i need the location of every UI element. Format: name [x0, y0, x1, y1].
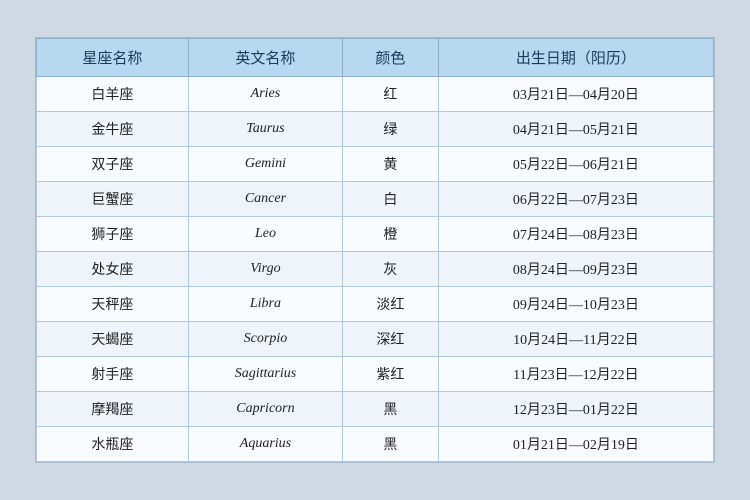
- table-row: 双子座Gemini黄05月22日—06月21日: [37, 147, 714, 182]
- cell-english-name: Sagittarius: [188, 357, 342, 392]
- cell-english-name: Aquarius: [188, 427, 342, 462]
- cell-dates: 06月22日—07月23日: [438, 182, 713, 217]
- cell-dates: 05月22日—06月21日: [438, 147, 713, 182]
- table-row: 狮子座Leo橙07月24日—08月23日: [37, 217, 714, 252]
- cell-english-name: Capricorn: [188, 392, 342, 427]
- cell-chinese-name: 金牛座: [37, 112, 189, 147]
- table-row: 摩羯座Capricorn黑12月23日—01月22日: [37, 392, 714, 427]
- table-row: 天蝎座Scorpio深红10月24日—11月22日: [37, 322, 714, 357]
- cell-english-name: Gemini: [188, 147, 342, 182]
- table-row: 白羊座Aries红03月21日—04月20日: [37, 77, 714, 112]
- cell-english-name: Libra: [188, 287, 342, 322]
- cell-chinese-name: 天蝎座: [37, 322, 189, 357]
- cell-dates: 10月24日—11月22日: [438, 322, 713, 357]
- cell-color: 白: [343, 182, 439, 217]
- header-color: 颜色: [343, 39, 439, 77]
- cell-color: 黄: [343, 147, 439, 182]
- cell-chinese-name: 射手座: [37, 357, 189, 392]
- cell-english-name: Virgo: [188, 252, 342, 287]
- cell-dates: 12月23日—01月22日: [438, 392, 713, 427]
- cell-chinese-name: 水瓶座: [37, 427, 189, 462]
- table-body: 白羊座Aries红03月21日—04月20日金牛座Taurus绿04月21日—0…: [37, 77, 714, 462]
- table-row: 巨蟹座Cancer白06月22日—07月23日: [37, 182, 714, 217]
- cell-english-name: Taurus: [188, 112, 342, 147]
- cell-english-name: Scorpio: [188, 322, 342, 357]
- cell-english-name: Leo: [188, 217, 342, 252]
- cell-color: 灰: [343, 252, 439, 287]
- cell-dates: 11月23日—12月22日: [438, 357, 713, 392]
- cell-chinese-name: 双子座: [37, 147, 189, 182]
- cell-color: 绿: [343, 112, 439, 147]
- table-row: 天秤座Libra淡红09月24日—10月23日: [37, 287, 714, 322]
- table-row: 金牛座Taurus绿04月21日—05月21日: [37, 112, 714, 147]
- cell-color: 黑: [343, 427, 439, 462]
- header-chinese-name: 星座名称: [37, 39, 189, 77]
- cell-color: 黑: [343, 392, 439, 427]
- header-dates: 出生日期（阳历）: [438, 39, 713, 77]
- table-header-row: 星座名称 英文名称 颜色 出生日期（阳历）: [37, 39, 714, 77]
- cell-color: 深红: [343, 322, 439, 357]
- zodiac-table-container: 星座名称 英文名称 颜色 出生日期（阳历） 白羊座Aries红03月21日—04…: [35, 37, 715, 463]
- cell-chinese-name: 巨蟹座: [37, 182, 189, 217]
- cell-chinese-name: 狮子座: [37, 217, 189, 252]
- header-english-name: 英文名称: [188, 39, 342, 77]
- cell-color: 橙: [343, 217, 439, 252]
- cell-english-name: Aries: [188, 77, 342, 112]
- cell-dates: 07月24日—08月23日: [438, 217, 713, 252]
- cell-dates: 09月24日—10月23日: [438, 287, 713, 322]
- cell-color: 红: [343, 77, 439, 112]
- cell-chinese-name: 处女座: [37, 252, 189, 287]
- cell-english-name: Cancer: [188, 182, 342, 217]
- cell-color: 紫红: [343, 357, 439, 392]
- cell-color: 淡红: [343, 287, 439, 322]
- cell-dates: 01月21日—02月19日: [438, 427, 713, 462]
- zodiac-table: 星座名称 英文名称 颜色 出生日期（阳历） 白羊座Aries红03月21日—04…: [36, 38, 714, 462]
- cell-dates: 08月24日—09月23日: [438, 252, 713, 287]
- table-row: 处女座Virgo灰08月24日—09月23日: [37, 252, 714, 287]
- cell-dates: 04月21日—05月21日: [438, 112, 713, 147]
- cell-chinese-name: 天秤座: [37, 287, 189, 322]
- cell-chinese-name: 摩羯座: [37, 392, 189, 427]
- table-row: 水瓶座Aquarius黑01月21日—02月19日: [37, 427, 714, 462]
- cell-chinese-name: 白羊座: [37, 77, 189, 112]
- table-row: 射手座Sagittarius紫红11月23日—12月22日: [37, 357, 714, 392]
- cell-dates: 03月21日—04月20日: [438, 77, 713, 112]
